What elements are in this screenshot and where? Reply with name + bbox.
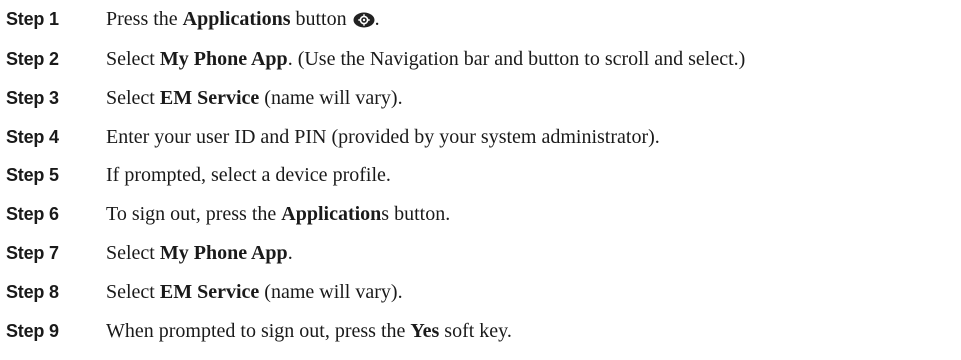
instruction-text: s button. [381,202,451,225]
step-item: Step 7 Select My Phone App. [0,238,961,268]
step-number: Step 1 [6,8,59,29]
instruction-text: button [290,7,347,30]
step-item: Step 2 Select My Phone App. (Use the Navi… [0,44,961,74]
instruction-text: soft key. [439,319,512,342]
step-item: Step 8 Select EM Service (name will vary)… [0,277,961,307]
instruction-text: . (Use the Navigation bar and button to … [287,47,746,70]
step-number: Step 6 [6,203,59,224]
ui-term: My Phone App [159,47,288,70]
step-number: Step 3 [6,87,59,108]
step-instruction: Press the Applications button. [106,8,380,31]
instruction-text: . [374,7,380,30]
instruction-text: When prompted to sign out, press the [106,319,411,342]
instruction-text: If prompted, select a device profile. [106,163,391,186]
step-number: Step 9 [6,320,59,341]
step-number: Step 7 [6,242,59,263]
instruction-text: (name will vary). [259,280,403,303]
step-instruction: Select EM Service (name will vary). [106,87,403,110]
instruction-text: Select [106,47,160,70]
step-number: Step 2 [6,48,59,69]
step-instruction: If prompted, select a device profile. [106,164,391,187]
instruction-text: Select [106,280,160,303]
ui-term: EM Service [159,86,260,109]
step-number: Step 5 [6,164,59,185]
applications-button-icon [353,12,375,28]
ui-term: My Phone App [159,241,288,264]
step-item: Step 1 Press the Applications button. [0,4,961,34]
step-instruction: Select My Phone App. (Use the Navigation… [106,48,745,71]
instruction-text: To sign out, press the [106,202,282,225]
instruction-text: Select [106,241,160,264]
step-instruction: Select EM Service (name will vary). [106,281,403,304]
instruction-text: Enter your user ID and PIN (provided by … [106,125,660,148]
instruction-text: . [287,241,293,264]
step-item: Step 6 To sign out, press the Application… [0,199,961,229]
instruction-text: (name will vary). [259,86,403,109]
ui-term: EM Service [159,280,260,303]
step-instruction: Select My Phone App. [106,242,293,265]
step-item: Step 3 Select EM Service (name will vary)… [0,83,961,113]
instruction-text: Press the [106,7,183,30]
step-item: Step 9 When prompted to sign out, press t… [0,316,961,346]
step-instruction: When prompted to sign out, press the Yes… [106,320,512,343]
ui-term: Applications [182,7,291,30]
step-number: Step 4 [6,126,59,147]
ui-term: Application [281,202,382,225]
step-item: Step 4 Enter your user ID and PIN (provid… [0,122,961,152]
ui-term: Yes [410,319,440,342]
step-instruction: Enter your user ID and PIN (provided by … [106,126,660,149]
step-instruction: To sign out, press the Applications butt… [106,203,450,226]
instruction-text: Select [106,86,160,109]
step-number: Step 8 [6,281,59,302]
step-item: Step 5 If prompted, select a device profi… [0,160,961,190]
